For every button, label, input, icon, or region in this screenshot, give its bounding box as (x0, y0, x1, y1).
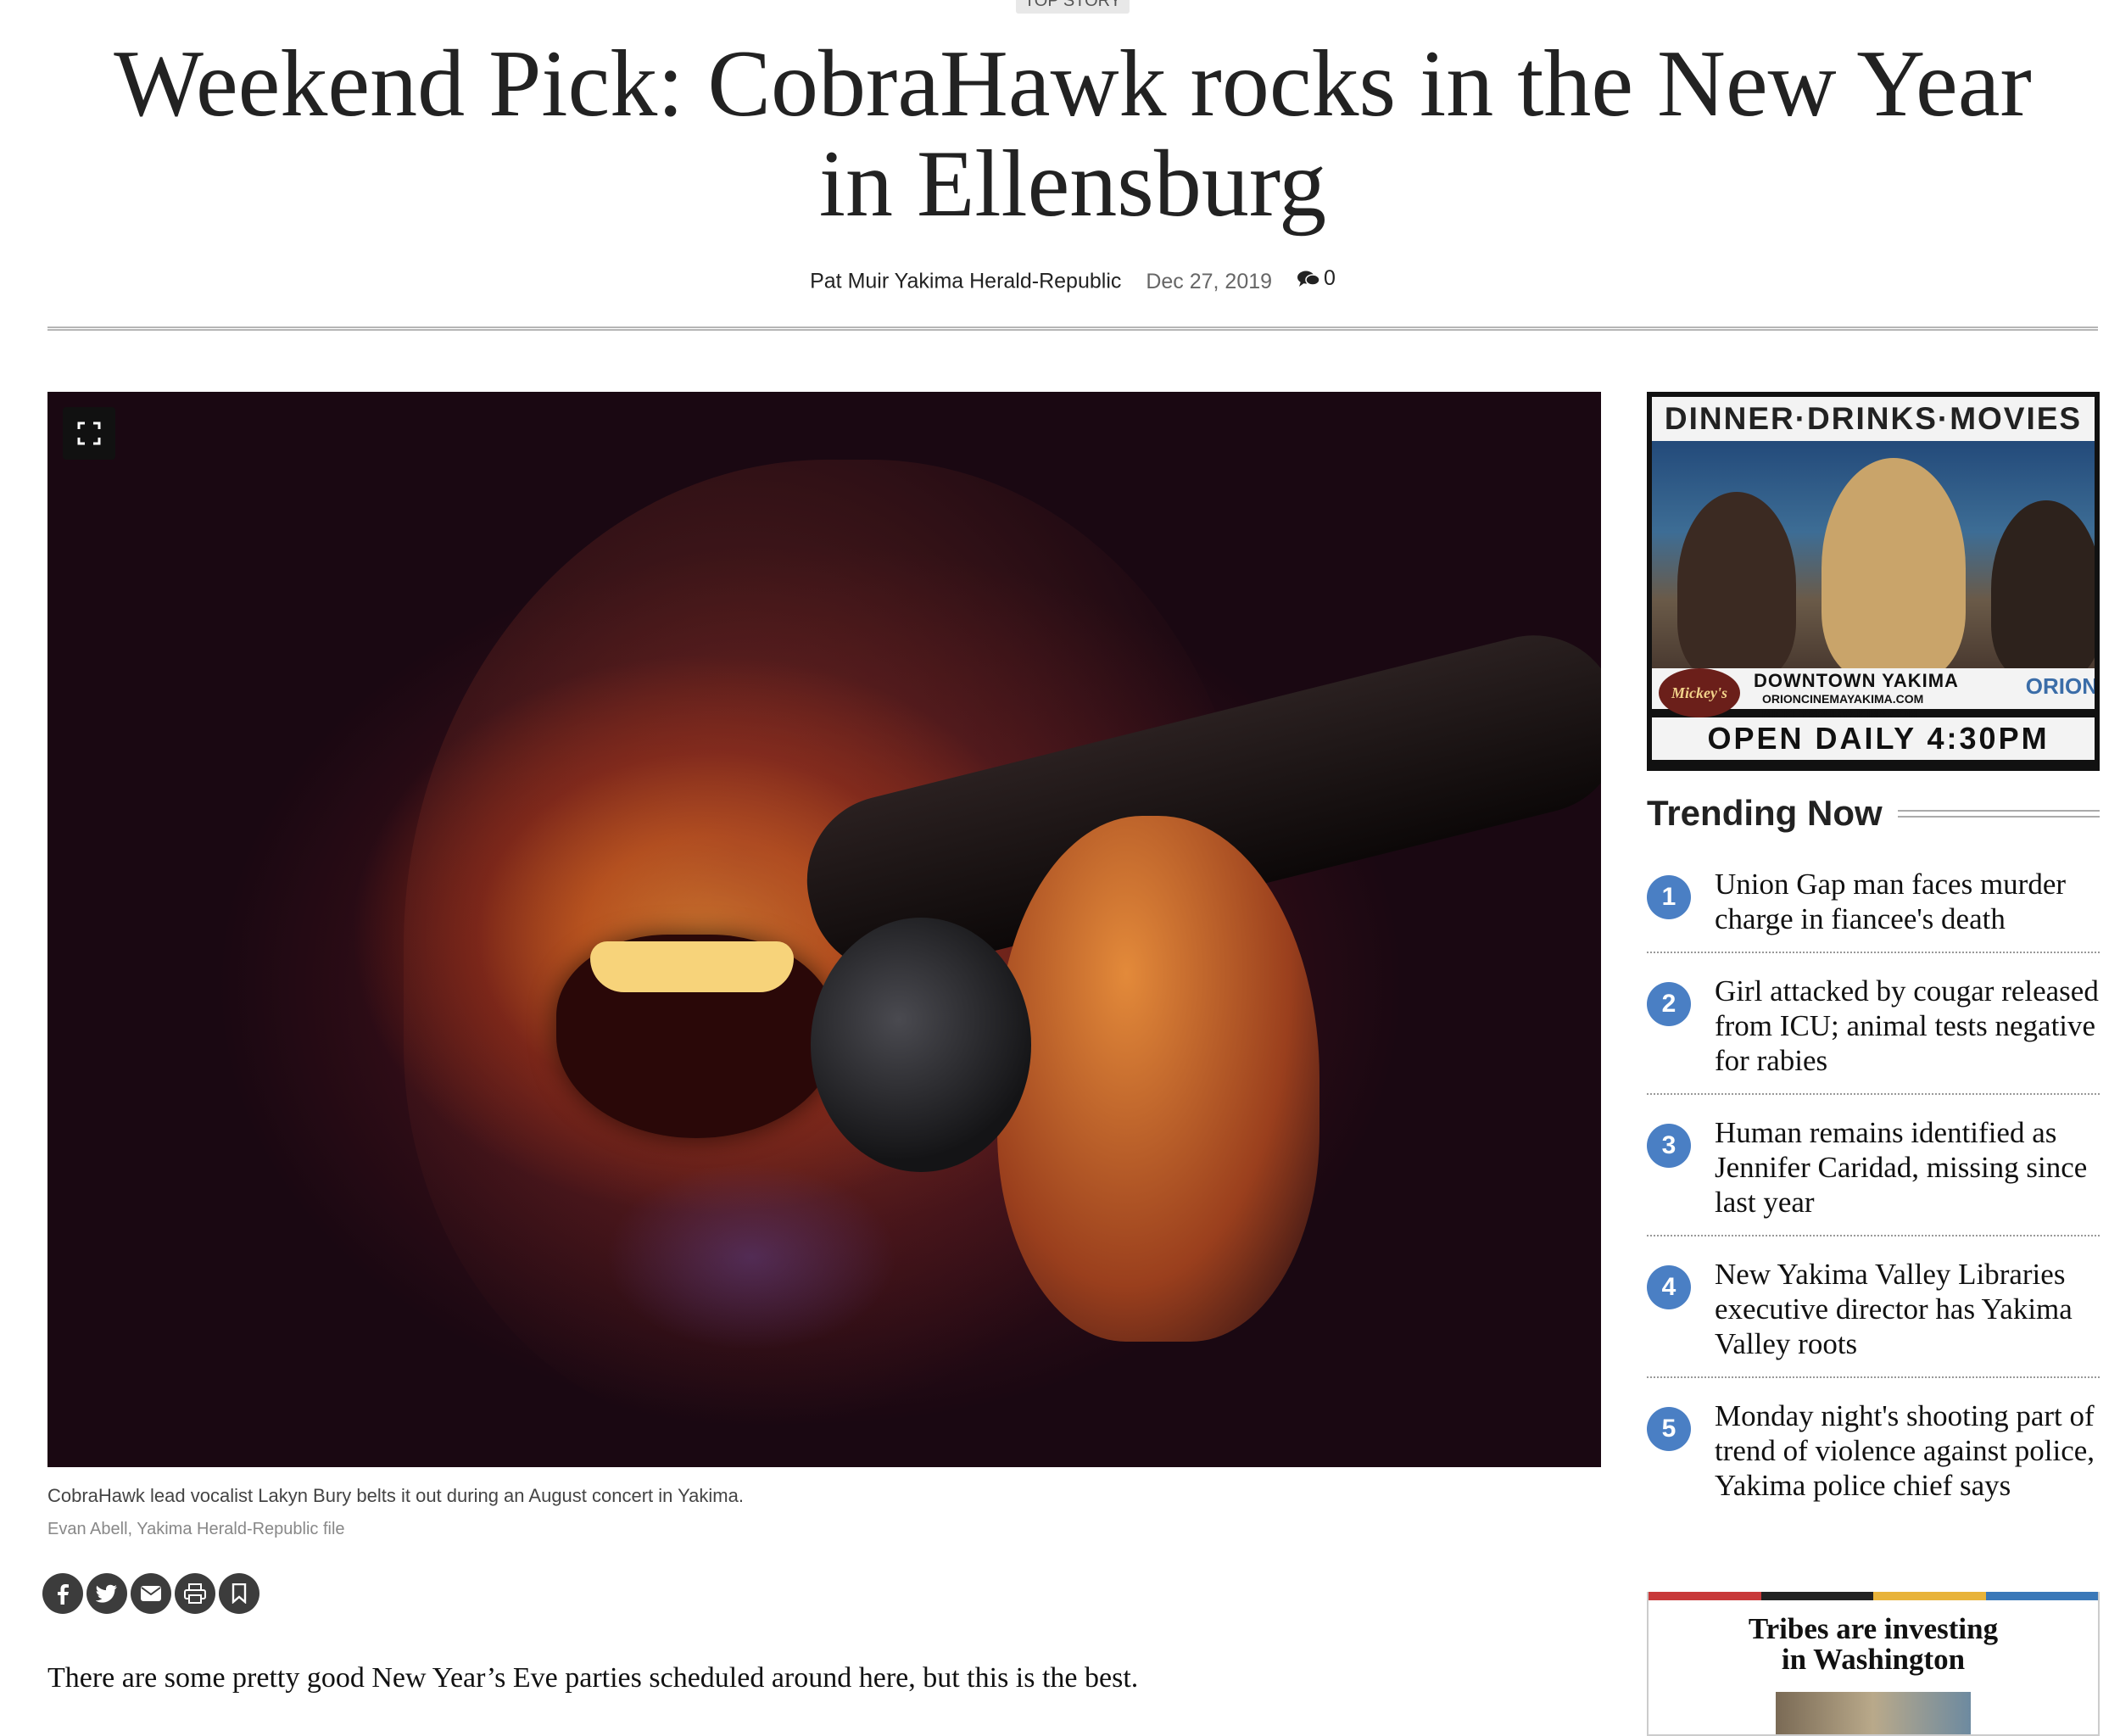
trending-rank-badge: 3 (1647, 1124, 1691, 1168)
byline: Pat Muir Yakima Herald-Republic Dec 27, … (0, 266, 2120, 294)
share-email-button[interactable] (131, 1573, 171, 1614)
twitter-icon (96, 1584, 117, 1603)
trending-divider (1897, 809, 2100, 818)
promo-title-line: in Washington (1781, 1643, 1966, 1676)
ad-figure (1991, 500, 2095, 678)
article-headline: Weekend Pick: CobraHawk rocks in the New… (114, 31, 2032, 237)
ad-photo (1652, 441, 2095, 678)
share-twitter-button[interactable] (86, 1573, 127, 1614)
trending-list: 1 Union Gap man faces murder charge in f… (1647, 860, 2100, 1532)
bookmark-icon (232, 1583, 247, 1604)
comments-icon (1297, 271, 1320, 287)
trending-item[interactable]: 2 Girl attacked by cougar released from … (1647, 967, 2100, 1095)
trending-rank-badge: 2 (1647, 982, 1691, 1026)
article-body-paragraph: There are some pretty good New Year’s Ev… (47, 1662, 1139, 1694)
promo-color-stripe (1649, 1592, 2098, 1600)
photo-caption: CobraHawk lead vocalist Lakyn Bury belts… (47, 1485, 744, 1506)
author-name[interactable]: Pat Muir Yakima Herald-Republic (810, 270, 1121, 293)
ad-url: ORIONCINEMAYAKIMA.COM (1762, 692, 1924, 706)
fullscreen-icon (77, 421, 101, 445)
stripe-segment (1985, 1592, 2098, 1600)
photo-credit: Evan Abell, Yakima Herald-Republic file (47, 1520, 345, 1538)
section-tag[interactable]: TOP STORY (1016, 0, 1130, 14)
expand-photo-button[interactable] (63, 407, 115, 460)
ad-headline: DINNER·DRINKS·MOVIES (1652, 397, 2095, 441)
trending-item[interactable]: 1 Union Gap man faces murder charge in f… (1647, 860, 2100, 953)
stripe-segment (1873, 1592, 1986, 1600)
promo-photo (1776, 1692, 1971, 1734)
share-facebook-button[interactable] (42, 1573, 83, 1614)
ad-figure (1677, 492, 1796, 678)
trending-title: Trending Now (1647, 793, 1883, 833)
trending-rank-badge: 4 (1647, 1265, 1691, 1309)
photo-mic-head-shape (811, 918, 1031, 1172)
promo-tribes-investing[interactable]: Tribes are investing in Washington (1647, 1592, 2100, 1736)
promo-title: Tribes are investing in Washington (1649, 1614, 2098, 1675)
ad-figure (1822, 458, 1966, 678)
trending-rank-badge: 1 (1647, 875, 1691, 919)
orion-logo: ORION (2025, 673, 2098, 699)
trending-item-link[interactable]: Monday night's shooting part of trend of… (1715, 1398, 2100, 1503)
trending-item-link[interactable]: New Yakima Valley Libraries executive di… (1715, 1257, 2100, 1361)
ad-info-strip: Mickey's PUB DOWNTOWN YAKIMA ORIONCINEMA… (1652, 668, 2098, 751)
trending-rank-badge: 5 (1647, 1407, 1691, 1451)
mickeys-pub-logo: Mickey's PUB (1659, 668, 1740, 751)
trending-item-link[interactable]: Union Gap man faces murder charge in fia… (1715, 867, 2100, 936)
print-icon (184, 1583, 206, 1604)
stripe-segment (1649, 1592, 1761, 1600)
trending-header: Trending Now (1647, 793, 2100, 834)
trending-item[interactable]: 3 Human remains identified as Jennifer C… (1647, 1108, 2100, 1236)
stripe-segment (1760, 1592, 1873, 1600)
trending-item[interactable]: 4 New Yakima Valley Libraries executive … (1647, 1250, 2100, 1378)
advertisement-banner[interactable]: DINNER·DRINKS·MOVIES Mickey's PUB DOWNTO… (1647, 392, 2100, 771)
photo-teeth-shape (590, 941, 794, 992)
photo-hand-shape (997, 816, 1319, 1342)
bookmark-button[interactable] (219, 1573, 259, 1614)
ad-hours: OPEN DAILY 4:30PM (1652, 717, 2095, 760)
lead-photo[interactable] (47, 392, 1601, 1467)
comments-link[interactable]: 0 (1297, 266, 1336, 291)
publish-date: Dec 27, 2019 (1146, 269, 1273, 293)
trending-item-link[interactable]: Girl attacked by cougar released from IC… (1715, 974, 2100, 1078)
share-toolbar (42, 1573, 259, 1614)
ad-location: DOWNTOWN YAKIMA (1754, 670, 1959, 691)
promo-title-line: Tribes are investing (1748, 1612, 1999, 1645)
trending-item-link[interactable]: Human remains identified as Jennifer Car… (1715, 1115, 2100, 1220)
email-icon (141, 1586, 161, 1601)
print-button[interactable] (175, 1573, 215, 1614)
trending-item[interactable]: 5 Monday night's shooting part of trend … (1647, 1392, 2100, 1518)
facebook-icon (58, 1584, 69, 1605)
comment-count: 0 (1324, 266, 1336, 290)
header-divider (47, 327, 2098, 331)
